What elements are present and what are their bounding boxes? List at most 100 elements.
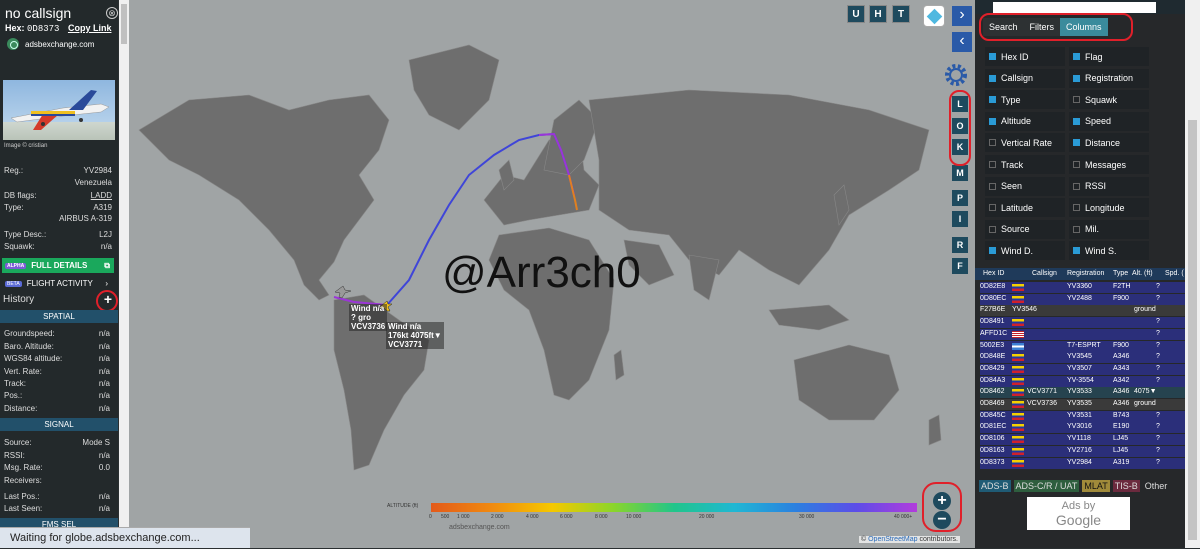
full-details-button[interactable]: ALPHA FULL DETAILS ⧉ <box>2 258 114 273</box>
checkbox-checked-icon[interactable] <box>1073 247 1080 255</box>
close-icon[interactable]: ⊗ <box>106 7 118 19</box>
column-toggle[interactable]: Wind S. <box>1069 241 1149 261</box>
column-toggle[interactable]: Distance <box>1069 133 1149 153</box>
table-row[interactable]: 0D8163 YV2716 LJ45? <box>980 445 1185 457</box>
checkbox-checked-icon[interactable] <box>1073 74 1080 82</box>
table-row[interactable]: 0D81EC YV3016 E190? <box>980 422 1185 434</box>
checkbox-unchecked-icon[interactable] <box>989 139 996 147</box>
column-toggle[interactable]: Wind D. <box>985 241 1065 261</box>
col-header[interactable]: Hex ID <box>983 270 1004 277</box>
osm-credit: © OpenStreetMap contributors. <box>859 536 960 543</box>
cell-altitude: ? <box>1156 283 1160 290</box>
checkbox-checked-icon[interactable] <box>989 117 996 125</box>
h-button[interactable]: H <box>869 5 887 23</box>
col-header[interactable]: Spd. ( <box>1165 270 1184 277</box>
m-button[interactable]: M <box>952 165 968 181</box>
aircraft-photo[interactable] <box>3 80 115 140</box>
table-row[interactable]: 0D845C YV3531 B743? <box>980 410 1185 422</box>
table-row[interactable]: 0D82E8 YV3360 F2TH? <box>980 282 1185 293</box>
expand-right-button[interactable]: › <box>952 6 972 26</box>
checkbox-unchecked-icon[interactable] <box>1073 225 1080 233</box>
osm-link[interactable]: OpenStreetMap <box>868 536 917 543</box>
cell-hex: 0D845C <box>980 411 1006 419</box>
column-toggle[interactable]: Mil. <box>1069 219 1149 239</box>
checkbox-unchecked-icon[interactable] <box>989 182 996 190</box>
adsbexchange-link[interactable]: adsbexchange.com <box>7 38 94 50</box>
sidebar-scrollbar[interactable] <box>119 0 129 548</box>
column-toggle-label: Altitude <box>1001 116 1032 127</box>
column-toggle[interactable]: Speed <box>1069 111 1149 131</box>
table-row[interactable]: 0D8491? <box>980 317 1185 329</box>
column-toggle[interactable]: Squawk <box>1069 90 1149 110</box>
cell-altitude: ? <box>1156 353 1160 361</box>
cell-registration: YV3533 <box>1067 388 1092 396</box>
checkbox-unchecked-icon[interactable] <box>1073 182 1080 190</box>
column-toggle[interactable]: Source <box>985 219 1065 239</box>
col-header[interactable]: Alt. (ft) <box>1132 270 1153 277</box>
scrollbar-thumb[interactable] <box>121 4 127 44</box>
copy-link[interactable]: Copy Link <box>68 23 112 33</box>
checkbox-unchecked-icon[interactable] <box>1073 161 1080 168</box>
checkbox-checked-icon[interactable] <box>1073 53 1080 60</box>
checkbox-unchecked-icon[interactable] <box>989 225 996 233</box>
i-button[interactable]: I <box>952 211 968 227</box>
table-row[interactable]: 0D848E YV3545 A346? <box>980 352 1185 364</box>
field-label: Squawk: <box>4 242 35 251</box>
column-toggle[interactable]: Hex ID <box>985 47 1065 66</box>
column-toggle[interactable]: Seen <box>985 176 1065 196</box>
f-button[interactable]: F <box>952 258 968 274</box>
checkbox-unchecked-icon[interactable] <box>989 204 996 212</box>
t-button[interactable]: T <box>892 5 910 23</box>
table-row[interactable]: 0D8373 YV2984 A319? <box>980 457 1185 469</box>
table-row[interactable]: 0D8429 YV3507 A343? <box>980 363 1185 375</box>
checkbox-checked-icon[interactable] <box>989 74 996 82</box>
aircraft-label-vcv3736[interactable]: Wind n/a ? gro VCV3736 <box>349 304 388 331</box>
checkbox-unchecked-icon[interactable] <box>1073 96 1080 104</box>
column-toggle[interactable]: RSSI <box>1069 176 1149 196</box>
flight-activity-button[interactable]: BETA FLIGHT ACTIVITY › <box>2 277 114 290</box>
column-toggle[interactable]: Type <box>985 90 1065 110</box>
checkbox-checked-icon[interactable] <box>989 53 996 60</box>
column-toggle[interactable]: Vertical Rate <box>985 133 1065 153</box>
checkbox-checked-icon[interactable] <box>1073 117 1080 125</box>
checkbox-checked-icon[interactable] <box>989 247 996 255</box>
column-toggle-label: Speed <box>1085 116 1112 127</box>
column-toggle[interactable]: Altitude <box>985 111 1065 131</box>
p-button[interactable]: P <box>952 190 968 206</box>
table-row[interactable]: AFFD1C? <box>980 328 1185 340</box>
r-button[interactable]: R <box>952 237 968 253</box>
table-row[interactable]: 0D8106 YV1118 LJ45? <box>980 434 1185 446</box>
aircraft-label-vcv3771[interactable]: Wind n/a 176kt 4075ft▼ VCV3771 <box>386 322 444 349</box>
checkbox-unchecked-icon[interactable] <box>1073 204 1080 212</box>
column-toggle[interactable]: Track <box>985 155 1065 174</box>
table-row[interactable]: F27B6E YV3546 ground <box>980 305 1185 317</box>
scrollbar-thumb[interactable] <box>1188 120 1197 540</box>
col-header[interactable]: Type <box>1113 270 1128 277</box>
column-toggle[interactable]: Messages <box>1069 155 1149 174</box>
table-row[interactable]: 0D80EC YV2488 F900? <box>980 293 1185 305</box>
column-toggle[interactable]: Latitude <box>985 198 1065 218</box>
table-row[interactable]: 0D8462 VCV3771 YV3533 A346 4075▼ <box>980 387 1185 399</box>
table-row[interactable]: 0D8469 VCV3736 YV3535 A346 ground <box>980 399 1185 410</box>
gear-icon[interactable] <box>943 62 969 88</box>
table-row[interactable]: 5002E3 T7-ESPRT F900? <box>980 340 1185 352</box>
right-scrollbar[interactable] <box>1185 0 1200 548</box>
table-row[interactable]: 0D84A3 YV-3554 A342? <box>980 375 1185 387</box>
col-header[interactable]: Callsign <box>1032 270 1057 277</box>
layers-icon[interactable] <box>923 5 945 27</box>
checkbox-checked-icon[interactable] <box>1073 139 1080 147</box>
column-toggle[interactable]: Registration <box>1069 68 1149 88</box>
column-toggle[interactable]: Flag <box>1069 47 1149 66</box>
spatial-row: Distance: n/a <box>4 404 114 413</box>
panel-search-input[interactable] <box>993 2 1156 13</box>
checkbox-unchecked-icon[interactable] <box>989 161 996 168</box>
field-value[interactable]: LADD <box>91 191 112 200</box>
col-header[interactable]: Registration <box>1067 270 1104 277</box>
column-toggle[interactable]: Longitude <box>1069 198 1149 218</box>
collapse-left-button[interactable]: ‹ <box>952 32 972 52</box>
ad-box[interactable]: Ads by Google <box>1027 497 1130 530</box>
u-button[interactable]: U <box>847 5 865 23</box>
checkbox-checked-icon[interactable] <box>989 96 996 104</box>
column-toggle[interactable]: Callsign <box>985 68 1065 88</box>
world-map[interactable]: @Arr3ch0 Wind n/a ? gro VCV3736 Wind n/a… <box>129 0 975 548</box>
